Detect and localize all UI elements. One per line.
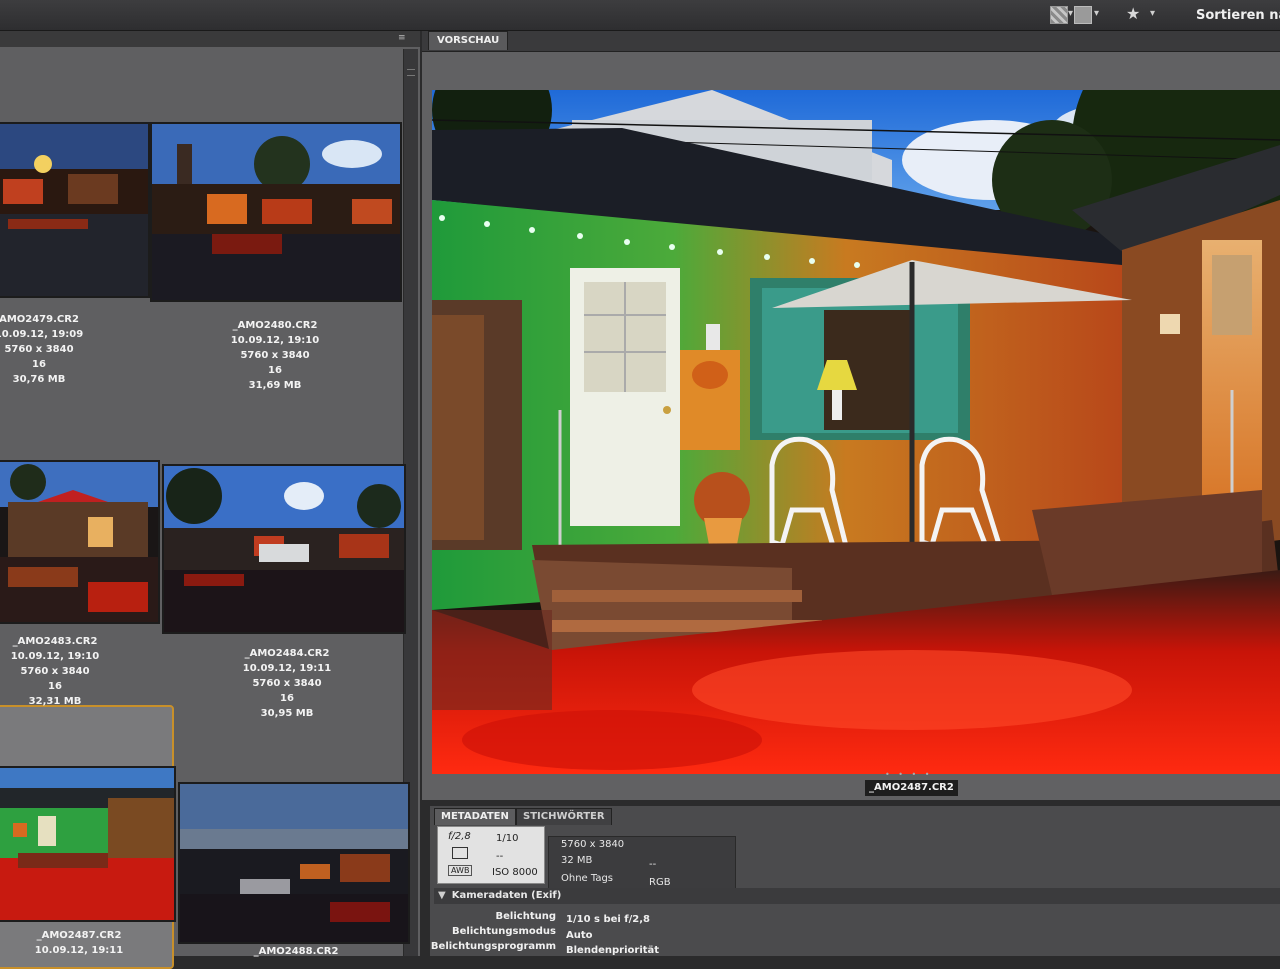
color-mode: RGB [649, 877, 671, 888]
thumbnail-caption: _AMO2484.CR2 10.09.12, 19:11 5760 x 3840… [222, 646, 352, 721]
exif-value: 1/10 s bei f/2,8 [566, 914, 651, 925]
tab-metadata[interactable]: METADATEN [434, 808, 516, 825]
exif-value: Blendenpriorität [566, 945, 660, 956]
capture-date: 10.09.12, 19:10 [230, 335, 320, 346]
file-name: _AMO2483.CR2 [12, 636, 98, 647]
thumbnail-caption: _AMO2488.CR2 [236, 944, 356, 959]
file-info-box: 5760 x 3840 32 MB -- Ohne Tags RGB [548, 836, 736, 894]
preview-tab-bar [422, 31, 1280, 52]
metering-mode-icon [452, 847, 468, 859]
thumbnail-image[interactable] [150, 122, 402, 302]
shutter-value: 1/10 [496, 833, 519, 844]
bit-depth: 16 [48, 681, 62, 692]
top-toolbar: ▾ ▾ ★ ▾ Sortieren nach [0, 0, 1280, 31]
file-name: AMO2479.CR2 [0, 314, 79, 325]
exif-key: Belichtung [495, 911, 556, 922]
tab-preview[interactable]: VORSCHAU [428, 31, 509, 50]
file-size: 32 MB [561, 855, 593, 866]
sort-by-button[interactable]: Sortieren nach [1196, 8, 1280, 23]
square-view-icon[interactable] [1074, 6, 1092, 24]
image-dimensions: 5760 x 3840 [252, 678, 322, 689]
file-name: _AMO2484.CR2 [244, 648, 330, 659]
bit-depth: 16 [32, 359, 46, 370]
tab-keywords[interactable]: STICHWÖRTER [516, 808, 612, 825]
file-size: 32,31 MB [28, 696, 82, 707]
thumbnail-caption: _AMO2483.CR2 10.09.12, 19:10 5760 x 3840… [0, 634, 110, 709]
aperture-value: f/2,8 [448, 831, 471, 842]
white-balance: AWB [448, 865, 473, 876]
color-profile-empty: -- [649, 859, 657, 870]
file-name: _AMO2480.CR2 [232, 320, 318, 331]
thumbnail-image[interactable] [0, 460, 160, 624]
capture-date: 10.09.12, 19:09 [0, 329, 84, 340]
exposure-compensation: -- [496, 851, 504, 862]
image-dimensions: 5760 x 3840 [561, 839, 625, 850]
thumbnail-image[interactable] [0, 766, 176, 922]
file-name: _AMO2488.CR2 [253, 946, 339, 957]
exif-value: Auto [566, 930, 593, 941]
bit-depth: 16 [280, 693, 294, 704]
content-panel-header: ≡ [0, 31, 420, 47]
pagination-dots: • • • • [885, 770, 933, 779]
chevron-down-icon[interactable]: ▾ [1150, 8, 1155, 19]
panel-menu-icon[interactable]: ≡ [398, 33, 406, 43]
capture-date: 10.09.12, 19:11 [242, 663, 332, 674]
star-filter-icon[interactable]: ★ [1126, 6, 1144, 22]
thumbnail-image[interactable] [162, 464, 406, 634]
chevron-down-icon[interactable]: ▾ [1068, 8, 1073, 19]
image-dimensions: 5760 x 3840 [4, 344, 74, 355]
preview-image [432, 90, 1280, 774]
exif-section-header[interactable]: ▼ Kameradaten (Exif) [434, 888, 1280, 904]
chevron-down-icon[interactable]: ▾ [1094, 8, 1099, 19]
tags-status: Ohne Tags [561, 873, 614, 884]
exif-key: Belichtungsmodus [452, 926, 556, 937]
checkerboard-view-icon[interactable] [1050, 6, 1068, 24]
thumbnail-caption: AMO2479.CR2 10.09.12, 19:09 5760 x 3840 … [0, 312, 84, 387]
bit-depth: 16 [268, 365, 282, 376]
image-dimensions: 5760 x 3840 [240, 350, 310, 361]
file-name: _AMO2487.CR2 [36, 930, 122, 941]
section-title: Kameradaten (Exif) [451, 890, 562, 901]
file-size: 30,76 MB [12, 374, 66, 385]
image-dimensions: 5760 x 3840 [20, 666, 90, 677]
disclosure-triangle-icon[interactable]: ▼ [438, 888, 446, 904]
thumbnail-image[interactable] [178, 782, 410, 944]
camera-data-box: f/2,8 1/10 -- AWB ISO 8000 [437, 826, 545, 884]
preview-file-label: _AMO2487.CR2 [865, 780, 958, 796]
file-size: 30,95 MB [260, 708, 314, 719]
exif-key: Belichtungsprogramm [430, 941, 556, 952]
thumbnail-caption: _AMO2480.CR2 10.09.12, 19:10 5760 x 3840… [210, 318, 340, 393]
thumbnail-caption: _AMO2487.CR2 10.09.12, 19:11 [24, 928, 134, 958]
capture-date: 10.09.12, 19:10 [10, 651, 100, 662]
thumbnail-image[interactable] [0, 122, 150, 298]
file-size: 31,69 MB [248, 380, 302, 391]
iso-value: ISO 8000 [492, 867, 538, 878]
